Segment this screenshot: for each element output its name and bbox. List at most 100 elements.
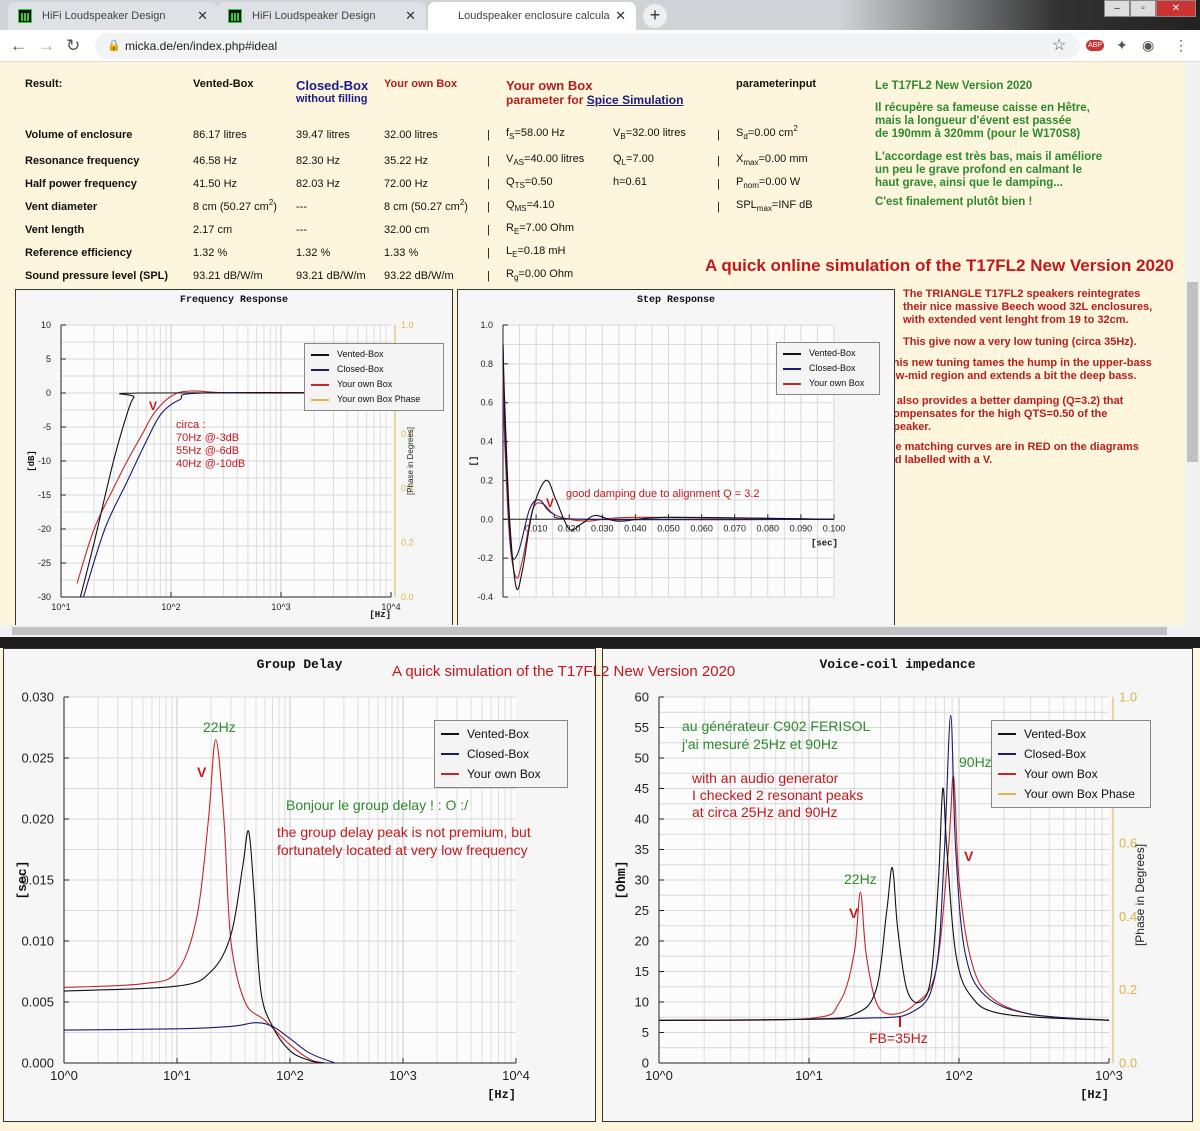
row-label: Sound pressure level (SPL) — [25, 270, 169, 282]
bookmark-star-icon[interactable]: ☆ — [1052, 35, 1066, 55]
scrollbar-thumb[interactable] — [1187, 282, 1198, 462]
closed-value: --- — [296, 201, 307, 213]
tab-close-icon[interactable]: ✕ — [405, 8, 416, 24]
note-en-2: This give now a very low tuning (circa 3… — [903, 336, 1137, 348]
y-tick-label: 10 — [635, 994, 649, 1009]
spice-simulation-link[interactable]: Spice Simulation — [587, 93, 684, 107]
spice-param-p1: QTS=0.50 — [506, 167, 613, 190]
row-label: Vent length — [25, 224, 85, 236]
legend-label: Your own Box — [1024, 767, 1098, 781]
y-tick-label: -5 — [43, 422, 51, 432]
param-subscript: AS — [513, 158, 525, 167]
results-table: Result: Vented-Box Closed-Box without fil… — [25, 78, 816, 282]
group-delay-comment: the group delay peak is not premium, but… — [277, 824, 531, 858]
profile-avatar-icon[interactable]: ◉ — [1142, 37, 1154, 54]
x-tick-label: 0.060 — [690, 523, 713, 533]
closed-box-heading: Closed-Box without filling — [296, 78, 384, 107]
param-value: =0.00 mm — [758, 153, 808, 165]
extensions-puzzle-icon[interactable]: ✦ — [1116, 37, 1128, 54]
legend-swatch — [441, 773, 459, 775]
vented-box-heading: Vented-Box — [193, 78, 254, 90]
adblock-icon[interactable]: ABP — [1086, 40, 1105, 51]
y-tick-label: 30 — [635, 872, 649, 887]
minimize-button[interactable]: – — [1104, 0, 1130, 17]
x-axis-label: [Hz] — [1080, 1088, 1109, 1102]
param-value: =0.00 W — [758, 176, 801, 188]
param-superscript: 2 — [793, 124, 798, 133]
closed-box-title: Closed-Box — [296, 78, 369, 93]
y-tick-label: 20 — [635, 933, 649, 948]
chart-legend: Vented-Box Closed-Box Your own Box — [776, 342, 880, 395]
result-row: Vent length 2.17 cm --- 32.00 cm | RE=7.00 Oh… — [25, 213, 816, 236]
closed-value: 39.47 litres — [296, 129, 350, 141]
y-tick-label: 0.005 — [21, 994, 54, 1009]
phase-tick-label: 0.2 — [1119, 982, 1137, 997]
note-en-4: It also provides a better damping (Q=3.2… — [887, 395, 1124, 433]
x-tick-label: 10^0 — [50, 1068, 78, 1083]
y-tick-label: 0.0 — [480, 514, 493, 524]
own-value: 32.00 cm — [384, 224, 430, 236]
tab-hifi-2[interactable]: HiFi Loudspeaker Design ✕ — [218, 2, 426, 30]
y-tick-label: 0.2 — [480, 475, 493, 485]
own-value: 72.00 Hz — [384, 178, 429, 190]
note-fr-2: L'accordage est très bas, mais il amélio… — [875, 151, 1103, 189]
param-subscript: max — [756, 204, 772, 213]
close-window-button[interactable]: ✕ — [1156, 0, 1196, 17]
x-tick-label: 0.030 — [591, 523, 614, 533]
y-tick-label: 40 — [635, 811, 649, 826]
tab-hifi-1[interactable]: HiFi Loudspeaker Design ✕ — [8, 2, 218, 30]
y-tick-label: 55 — [635, 720, 649, 735]
legend-item: Closed-Box — [441, 744, 561, 764]
x-tick-label: 0.100 — [823, 523, 846, 533]
fb-35hz-label: FB=35Hz — [869, 1030, 928, 1046]
tab-close-icon[interactable]: ✕ — [615, 8, 626, 24]
lock-icon: 🔒 — [107, 40, 121, 52]
legend-swatch — [311, 368, 329, 371]
closed-value: --- — [296, 224, 307, 236]
tab-calculator-active[interactable]: Loudspeaker enclosure calculatin ✕ — [428, 2, 636, 30]
back-icon[interactable]: ← — [10, 36, 27, 56]
y-tick-label: 5 — [642, 1025, 649, 1040]
ferisol-annotation: au générateur C902 FERISOL j'ai mesuré 2… — [682, 718, 871, 752]
spice-param-p3: Pnom=0.00 W — [736, 167, 816, 190]
reload-icon[interactable]: ↻ — [66, 36, 80, 56]
forward-icon[interactable]: → — [38, 36, 55, 56]
vented-value: 86.17 litres — [193, 129, 247, 141]
y-axis-label: [dB] — [27, 450, 37, 472]
note-en-3: This new tuning tames the hump in the up… — [886, 357, 1152, 382]
vertical-scrollbar[interactable] — [1185, 62, 1200, 625]
scrollbar-thumb[interactable] — [12, 627, 1167, 635]
spice-param-p2: QL=7.00 — [613, 141, 717, 167]
new-tab-button[interactable]: + — [643, 4, 667, 28]
param-value: =0.18 mH — [517, 245, 566, 257]
menu-kebab-icon[interactable]: ⋮ — [1174, 37, 1188, 54]
horizontal-scrollbar[interactable] — [0, 625, 1200, 637]
row-label: Half power frequency — [25, 178, 137, 190]
y-tick-label: -15 — [38, 490, 51, 500]
param-subscript: nom — [743, 181, 759, 190]
peak-90hz-label: 90Hz — [959, 754, 992, 770]
spice-title: Your own Box — [506, 78, 593, 93]
tab-close-icon[interactable]: ✕ — [197, 8, 208, 24]
spice-heading: Your own Box parameter for Spice Simulati… — [506, 78, 717, 107]
y-tick-label: 0.025 — [21, 750, 54, 765]
spice-param-p2: VB=32.00 litres — [613, 107, 717, 141]
maximize-button[interactable]: ▫ — [1130, 0, 1156, 17]
x-tick-label: 0.070 — [723, 523, 746, 533]
vented-value: 1.32 % — [193, 247, 228, 259]
url-input[interactable]: 🔒 micka.de/en/index.php#ideal — [95, 33, 1080, 59]
note-en-1: The TRIANGLE T17FL2 speakers reintegrate… — [903, 288, 1153, 326]
legend-label: Vented-Box — [809, 348, 856, 358]
legend-swatch — [998, 793, 1016, 795]
bonjour-annotation: Bonjour le group delay ! : O :/ — [286, 797, 469, 813]
v-marker: V — [546, 496, 555, 510]
spice-param-p2 — [613, 259, 717, 282]
spice-param-p3: Xmax=0.00 mm — [736, 141, 816, 167]
x-tick-label: 10^2 — [161, 602, 180, 612]
spice-param-p2: h=0.61 — [613, 167, 717, 190]
separator: | — [717, 129, 720, 141]
legend-item: Vented-Box — [998, 724, 1144, 744]
row-label: Vent diameter — [25, 201, 98, 213]
result-row: Sound pressure level (SPL) 93.21 dB/W/m 93… — [25, 259, 816, 282]
tab-title: HiFi Loudspeaker Design — [42, 10, 166, 22]
